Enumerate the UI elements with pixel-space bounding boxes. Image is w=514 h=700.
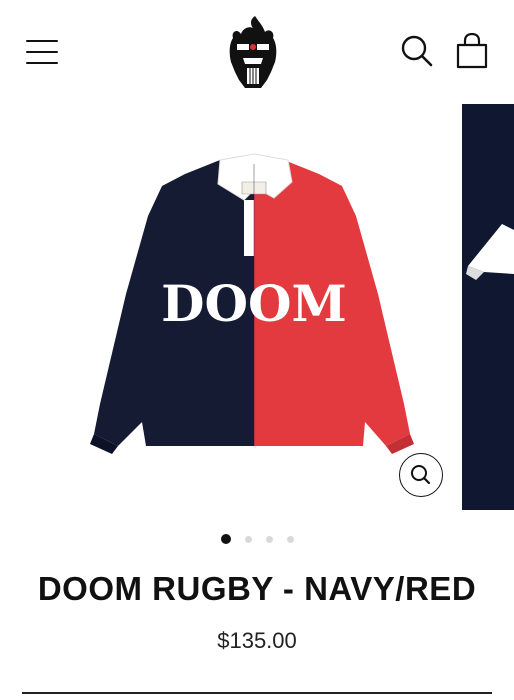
pagination-dot-2[interactable]: [244, 535, 252, 543]
shopping-bag-icon[interactable]: [456, 33, 488, 69]
doom-lettering: DOOM: [161, 274, 347, 333]
pagination-dot-4[interactable]: [286, 535, 294, 543]
menu-icon-bar: [26, 51, 58, 54]
menu-icon-bar: [26, 40, 58, 43]
next-slide-image: [466, 224, 514, 280]
gallery-pagination: [0, 534, 514, 546]
site-header: [0, 0, 514, 104]
pagination-dot-1[interactable]: [220, 534, 231, 544]
search-icon[interactable]: [400, 34, 434, 68]
product-price: $135.00: [217, 628, 297, 653]
divider: [22, 692, 492, 694]
next-slide-preview[interactable]: [462, 104, 514, 510]
doom-mask-logo[interactable]: [225, 14, 281, 90]
zoom-in-icon: [410, 464, 430, 484]
pagination-dot-3[interactable]: [265, 535, 273, 543]
menu-button[interactable]: [26, 38, 58, 66]
product-title: DOOM RUGBY - NAVY/RED: [37, 570, 477, 607]
zoom-button[interactable]: [399, 453, 443, 497]
product-image[interactable]: DOOM: [30, 104, 448, 509]
menu-icon-bar: [26, 62, 58, 65]
